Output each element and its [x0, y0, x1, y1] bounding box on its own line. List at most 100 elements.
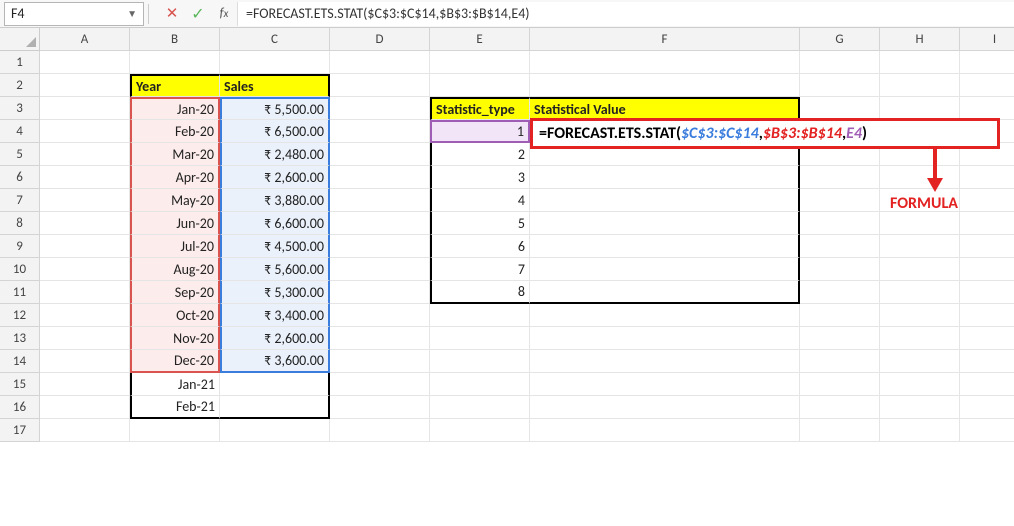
cell[interactable]: [40, 189, 130, 212]
formula-input[interactable]: =FORECAST.ETS.STAT($C$3:$C$14,$B$3:$B$14…: [237, 2, 1014, 26]
cell[interactable]: [530, 74, 800, 97]
cell[interactable]: [40, 258, 130, 281]
cell[interactable]: [430, 327, 530, 350]
cell[interactable]: [800, 281, 880, 304]
cell[interactable]: ₹ 5,600.00: [220, 258, 330, 281]
cell[interactable]: Jul-20: [130, 235, 220, 258]
cell[interactable]: Nov-20: [130, 327, 220, 350]
row-header[interactable]: 9: [0, 235, 40, 258]
cell[interactable]: 1: [430, 120, 530, 143]
cell[interactable]: 8: [430, 281, 530, 304]
cell[interactable]: [960, 350, 1014, 373]
cell[interactable]: [800, 212, 880, 235]
cell[interactable]: [880, 212, 960, 235]
cell[interactable]: [330, 120, 430, 143]
cell[interactable]: [330, 166, 430, 189]
cell[interactable]: Oct-20: [130, 304, 220, 327]
cell[interactable]: [800, 51, 880, 74]
cell[interactable]: [40, 235, 130, 258]
cell[interactable]: [880, 258, 960, 281]
row-header[interactable]: 3: [0, 97, 40, 120]
cell[interactable]: ₹ 5,500.00: [220, 97, 330, 120]
cell[interactable]: [330, 281, 430, 304]
cell[interactable]: ₹ 4,500.00: [220, 235, 330, 258]
col-header[interactable]: H: [880, 28, 960, 51]
cell[interactable]: [530, 189, 800, 212]
cell[interactable]: [880, 74, 960, 97]
cell[interactable]: [40, 143, 130, 166]
cell[interactable]: [960, 373, 1014, 396]
spreadsheet-grid[interactable]: ABCDEFGHI12YearSales3Jan-20₹ 5,500.00Sta…: [0, 28, 1014, 442]
cell[interactable]: [960, 212, 1014, 235]
cell[interactable]: [960, 327, 1014, 350]
cell[interactable]: [800, 74, 880, 97]
cell[interactable]: Statistic_type: [430, 97, 530, 120]
row-header[interactable]: 14: [0, 350, 40, 373]
cell[interactable]: [800, 235, 880, 258]
cell[interactable]: [960, 258, 1014, 281]
cell[interactable]: [330, 189, 430, 212]
cell[interactable]: [330, 419, 430, 442]
row-header[interactable]: 7: [0, 189, 40, 212]
cell[interactable]: [40, 373, 130, 396]
cell[interactable]: Mar-20: [130, 143, 220, 166]
row-header[interactable]: 5: [0, 143, 40, 166]
cell[interactable]: 4: [430, 189, 530, 212]
cell[interactable]: [430, 373, 530, 396]
cell[interactable]: [40, 74, 130, 97]
row-header[interactable]: 11: [0, 281, 40, 304]
cell[interactable]: [800, 419, 880, 442]
cell[interactable]: Sep-20: [130, 281, 220, 304]
cell[interactable]: Feb-20: [130, 120, 220, 143]
cell[interactable]: [40, 281, 130, 304]
cell[interactable]: [220, 51, 330, 74]
cell[interactable]: [800, 396, 880, 419]
cell[interactable]: [330, 373, 430, 396]
cell[interactable]: [220, 419, 330, 442]
cell[interactable]: 5: [430, 212, 530, 235]
cell[interactable]: [960, 166, 1014, 189]
cell[interactable]: [430, 396, 530, 419]
cell[interactable]: [330, 97, 430, 120]
cell[interactable]: 6: [430, 235, 530, 258]
cell[interactable]: [880, 51, 960, 74]
col-header[interactable]: E: [430, 28, 530, 51]
cell[interactable]: [800, 327, 880, 350]
cell[interactable]: Statistical Value: [530, 97, 800, 120]
cell[interactable]: Jun-20: [130, 212, 220, 235]
cell[interactable]: [880, 373, 960, 396]
fx-icon[interactable]: fx: [211, 2, 237, 26]
row-header[interactable]: 2: [0, 74, 40, 97]
cancel-icon[interactable]: ✕: [159, 2, 185, 26]
cell[interactable]: [800, 373, 880, 396]
cell[interactable]: [530, 350, 800, 373]
cell[interactable]: [880, 350, 960, 373]
row-header[interactable]: 15: [0, 373, 40, 396]
cell[interactable]: [330, 51, 430, 74]
cell[interactable]: [530, 258, 800, 281]
cell[interactable]: [800, 189, 880, 212]
cell[interactable]: [530, 235, 800, 258]
cell[interactable]: Jan-20: [130, 97, 220, 120]
cell[interactable]: [880, 235, 960, 258]
cell[interactable]: [330, 258, 430, 281]
cell[interactable]: [40, 212, 130, 235]
cell[interactable]: ₹ 3,600.00: [220, 350, 330, 373]
cell[interactable]: [880, 281, 960, 304]
cell[interactable]: Year: [130, 74, 220, 97]
cell[interactable]: [880, 97, 960, 120]
cell[interactable]: [800, 166, 880, 189]
cell[interactable]: Aug-20: [130, 258, 220, 281]
col-header[interactable]: C: [220, 28, 330, 51]
cell[interactable]: [330, 74, 430, 97]
col-header[interactable]: G: [800, 28, 880, 51]
cell[interactable]: [530, 419, 800, 442]
row-header[interactable]: 13: [0, 327, 40, 350]
cell[interactable]: [960, 304, 1014, 327]
cell[interactable]: [220, 373, 330, 396]
cell-edit-overlay[interactable]: =FORECAST.ETS.STAT($C$3:$C$14,$B$3:$B$14…: [530, 118, 1000, 149]
cell[interactable]: May-20: [130, 189, 220, 212]
cell[interactable]: ₹ 6,600.00: [220, 212, 330, 235]
cell[interactable]: [430, 304, 530, 327]
cell[interactable]: Feb-21: [130, 396, 220, 419]
